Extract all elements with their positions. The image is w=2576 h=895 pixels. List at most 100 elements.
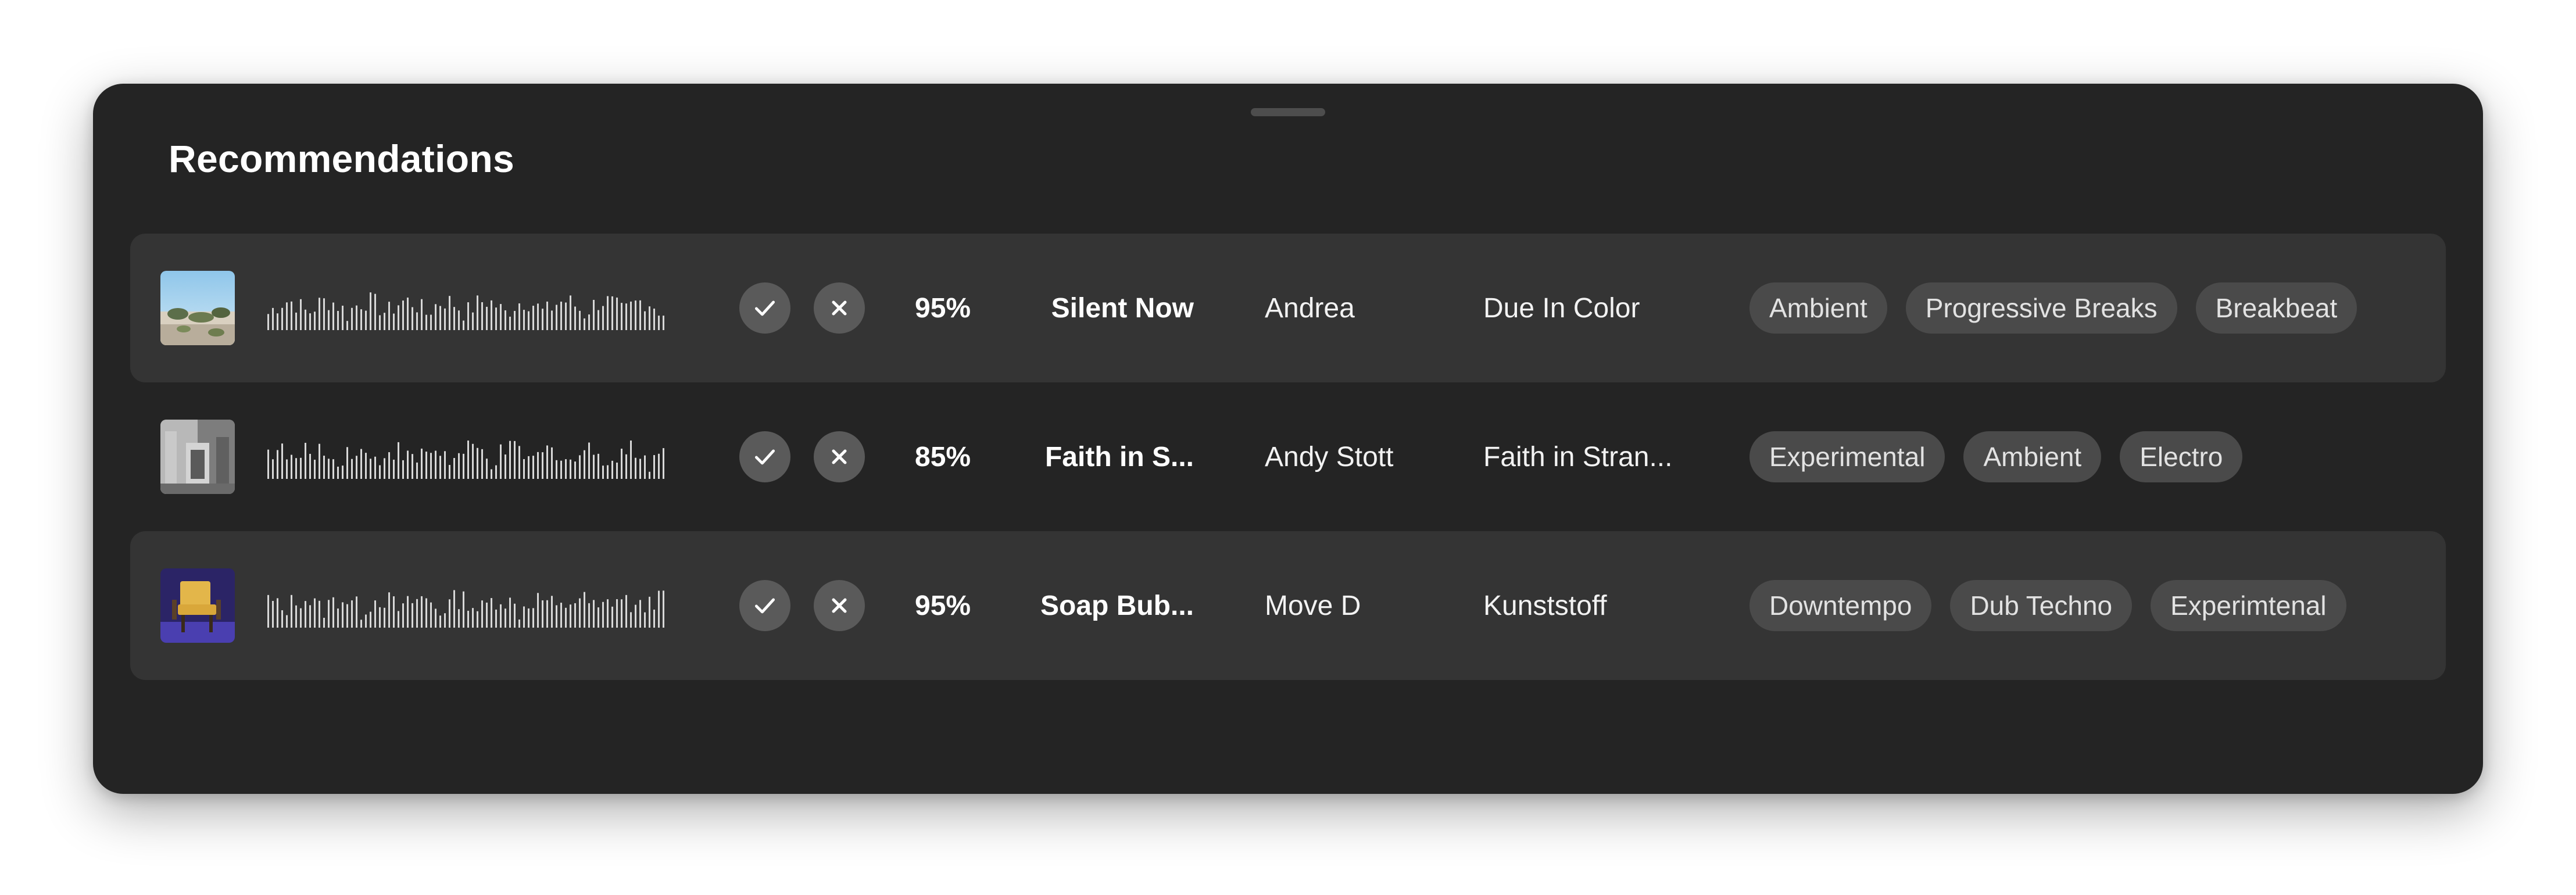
waveform-bar	[388, 452, 390, 479]
grayscale-building-cover-icon	[160, 420, 235, 494]
waveform-bar	[463, 320, 464, 330]
genre-tag[interactable]: Dub Techno	[1950, 580, 2133, 631]
waveform-bar	[365, 310, 367, 330]
waveform-bar	[630, 441, 632, 479]
close-icon	[832, 300, 847, 316]
waveform-bar	[300, 457, 302, 479]
genre-tag[interactable]: Ambient	[1963, 431, 2102, 482]
waveform-bar	[593, 600, 595, 628]
reject-button[interactable]	[814, 580, 865, 631]
genre-tag[interactable]: Downtempo	[1749, 580, 1932, 631]
waveform-bar	[602, 306, 604, 330]
artist-name[interactable]: Move D	[1265, 531, 1462, 680]
waveform-bar	[402, 300, 404, 330]
waveform-bar	[281, 610, 283, 628]
artist-name[interactable]: Andrea	[1265, 234, 1462, 382]
waveform-bar	[365, 453, 367, 479]
waveform-bar	[319, 298, 320, 330]
album-name[interactable]: Kunststoff	[1483, 531, 1693, 680]
waveform-bar	[570, 604, 571, 628]
genre-tag[interactable]: Ambient	[1749, 282, 1887, 334]
waveform-bar	[328, 600, 330, 628]
waveform-bar	[607, 599, 609, 628]
recommendation-row[interactable]: 95% Silent Now Andrea Due In Color Ambie…	[130, 234, 2446, 382]
genre-tag[interactable]: Electro	[2120, 431, 2243, 482]
waveform-bar	[565, 607, 567, 628]
waveform-bar	[514, 441, 516, 479]
waveform-bar	[439, 456, 441, 479]
reject-button[interactable]	[814, 431, 865, 482]
close-icon	[832, 449, 847, 464]
waveform-bar	[286, 615, 288, 628]
waveform-bar	[505, 608, 506, 628]
genre-tag[interactable]: Breakbeat	[2195, 282, 2357, 334]
track-title[interactable]: Soap Bub...	[1037, 531, 1194, 680]
waveform-bar	[611, 296, 613, 330]
waveform-icon[interactable]	[267, 438, 667, 479]
genre-tag[interactable]: Progressive Breaks	[1905, 282, 2177, 334]
accept-button[interactable]	[739, 431, 790, 482]
waveform-bar	[286, 459, 288, 479]
waveform-bar	[514, 603, 516, 628]
waveform-bar	[323, 618, 325, 628]
waveform-bar	[314, 460, 316, 479]
waveform-icon[interactable]	[267, 289, 667, 330]
album-name[interactable]: Faith in Stran...	[1483, 382, 1693, 531]
waveform-bar	[518, 303, 520, 330]
waveform-bar	[449, 296, 450, 330]
waveform-bar	[346, 604, 348, 628]
waveform-bar	[323, 456, 325, 479]
waveform-bar	[570, 295, 571, 330]
close-icon	[832, 598, 847, 613]
waveform-bar	[658, 590, 660, 628]
waveform-bar	[611, 460, 613, 479]
reject-button[interactable]	[814, 282, 865, 334]
genre-tag[interactable]: Experimental	[1749, 431, 1945, 482]
waveform-bar	[374, 293, 376, 330]
track-title[interactable]: Faith in S...	[1037, 382, 1194, 531]
waveform-bar	[542, 600, 543, 628]
waveform-bar	[560, 460, 562, 479]
track-title-text: Faith in S...	[1044, 441, 1194, 472]
waveform-bar	[625, 303, 627, 330]
waveform-bar	[658, 453, 660, 479]
drag-handle[interactable]	[1251, 108, 1325, 116]
waveform-bar	[625, 454, 627, 479]
waveform-bar	[412, 307, 413, 330]
waveform-bar	[625, 595, 627, 628]
waveform-bar	[663, 316, 664, 330]
waveform-bar	[295, 605, 297, 628]
accept-button[interactable]	[739, 580, 790, 631]
waveform-bar	[607, 296, 609, 330]
recommendation-row[interactable]: 95% Soap Bub... Move D Kunststoff Downte…	[130, 531, 2446, 680]
waveform-bar	[379, 607, 381, 628]
waveform-bar	[300, 299, 302, 330]
check-icon	[754, 598, 775, 614]
waveform-bar	[291, 595, 292, 628]
waveform-bar	[407, 298, 409, 330]
track-title[interactable]: Silent Now	[1037, 234, 1194, 382]
waveform-bar	[556, 605, 557, 628]
match-percentage: 95%	[915, 590, 971, 621]
waveform-bar	[346, 447, 348, 479]
waveform-bar	[444, 613, 446, 628]
waveform-bar	[481, 449, 483, 479]
accept-button[interactable]	[739, 282, 790, 334]
waveform-bar	[300, 608, 302, 628]
waveform-bar	[509, 316, 511, 330]
artist-name[interactable]: Andy Stott	[1265, 382, 1462, 531]
waveform-icon[interactable]	[267, 587, 667, 628]
album-name[interactable]: Due In Color	[1483, 234, 1693, 382]
waveform-bar	[598, 607, 599, 628]
waveform-bar	[416, 599, 418, 628]
waveform-bar	[295, 312, 297, 330]
waveform-bar	[439, 306, 441, 330]
waveform-bar	[444, 451, 446, 479]
recommendation-row[interactable]: 85% Faith in S... Andy Stott Faith in St…	[130, 382, 2446, 531]
waveform-bar	[281, 443, 283, 479]
waveform-bar	[523, 459, 525, 479]
waveform-bar	[398, 611, 399, 628]
waveform-bar	[412, 454, 413, 479]
genre-tag[interactable]: Experimtenal	[2151, 580, 2346, 631]
waveform-bar	[286, 302, 288, 330]
